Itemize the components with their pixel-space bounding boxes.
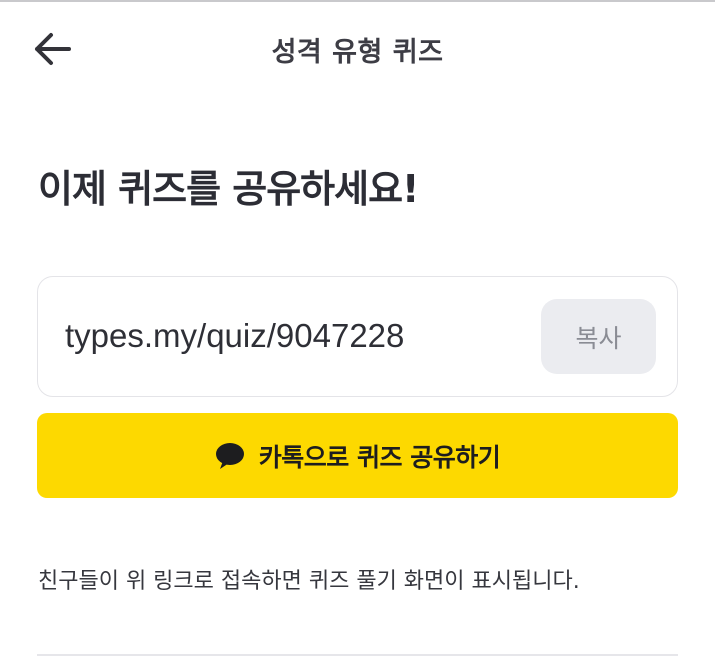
info-text: 친구들이 위 링크로 접속하면 퀴즈 풀기 화면이 표시됩니다. — [38, 569, 580, 594]
bottom-divider — [37, 654, 678, 656]
share-link-box: types.my/quiz/9047228 복사 — [37, 276, 678, 397]
share-link-url[interactable]: types.my/quiz/9047228 — [65, 317, 404, 355]
page-title: 성격 유형 퀴즈 — [271, 37, 444, 68]
copy-button[interactable]: 복사 — [541, 299, 656, 374]
app-header: 성격 유형 퀴즈 — [0, 2, 715, 94]
share-headline: 이제 퀴즈를 공유하세요! — [38, 167, 419, 211]
speech-bubble-icon — [215, 442, 245, 470]
kakao-share-button[interactable]: 카톡으로 퀴즈 공유하기 — [37, 413, 678, 498]
kakao-share-label: 카톡으로 퀴즈 공유하기 — [258, 442, 501, 472]
